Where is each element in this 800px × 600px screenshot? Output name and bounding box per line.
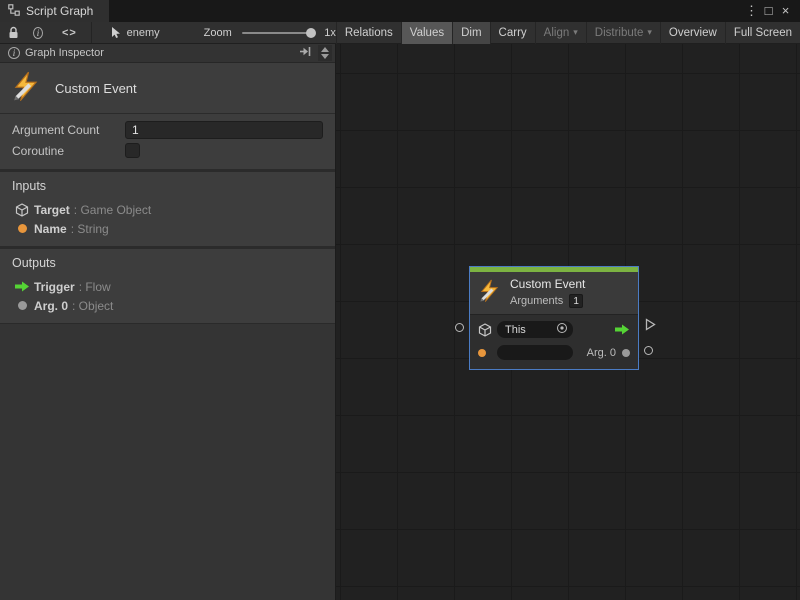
name-input[interactable]: [497, 345, 573, 360]
zoom-label: Zoom: [204, 27, 232, 39]
object-dot-icon: [622, 344, 630, 362]
toolbar-button-align[interactable]: Align▾: [535, 22, 586, 44]
chevron-down-icon: ▾: [573, 27, 578, 38]
node-header[interactable]: Custom Event Arguments 1: [470, 272, 638, 314]
titlebar: Script Graph ⋮ □ ×: [0, 0, 800, 22]
scroll-down-icon[interactable]: [321, 54, 329, 59]
toolbar-button-dim[interactable]: Dim: [452, 22, 489, 44]
argument-count-row: Argument Count: [12, 119, 323, 140]
port-name: Target: [34, 203, 70, 217]
info-icon: i: [8, 47, 20, 59]
port-name: Name: [34, 222, 67, 236]
string-dot-icon: [478, 349, 497, 357]
outputs-section: Outputs Trigger : Flow Arg. 0 : Object: [0, 249, 335, 323]
toolbar-button-values[interactable]: Values: [401, 22, 452, 44]
arguments-label: Arguments: [510, 295, 563, 307]
toolbar-button-relations[interactable]: Relations: [336, 22, 401, 44]
unity-script-graph-window: Script Graph ⋮ □ × i <> enemy Zoom 1x Re…: [0, 0, 800, 600]
node-body: This Arg. 0: [470, 314, 638, 369]
toolbar-buttons: Relations Values Dim Carry Align▾ Distri…: [336, 22, 800, 44]
port-row-target: Target : Game Object: [10, 200, 325, 219]
unit-title: Custom Event: [55, 81, 137, 96]
inputs-section: Inputs Target : Game Object Name : Strin…: [0, 172, 335, 246]
custom-event-icon: [478, 279, 501, 307]
custom-event-node[interactable]: Custom Event Arguments 1 This: [469, 266, 639, 370]
cube-icon: [478, 323, 497, 337]
scroll-up-icon[interactable]: [321, 47, 329, 52]
coroutine-label: Coroutine: [12, 144, 125, 158]
target-port[interactable]: [455, 323, 464, 332]
argument-count-input[interactable]: [125, 121, 323, 139]
trigger-flow-arrow-icon: [615, 324, 630, 335]
object-dot-icon: [10, 301, 34, 310]
code-icon[interactable]: <>: [62, 27, 77, 39]
tab-title: Script Graph: [26, 4, 93, 18]
inputs-title: Inputs: [12, 179, 325, 193]
window-controls: ⋮ □ ×: [743, 0, 800, 22]
node-title: Custom Event: [510, 277, 585, 291]
lock-icon[interactable]: [8, 26, 19, 39]
close-icon[interactable]: ×: [777, 0, 794, 22]
name-port-row: Arg. 0: [470, 341, 638, 364]
port-type: : Game Object: [74, 203, 151, 217]
menu-icon[interactable]: ⋮: [743, 0, 760, 22]
this-dropdown[interactable]: This: [497, 321, 573, 338]
custom-event-icon: [11, 71, 41, 106]
zoom-handle[interactable]: [306, 28, 316, 38]
info-icon[interactable]: i: [33, 27, 43, 39]
unit-header: Custom Event: [0, 63, 335, 114]
port-name: Trigger: [34, 280, 75, 294]
coroutine-row: Coroutine: [12, 140, 323, 161]
target-port-row: This: [470, 318, 638, 341]
port-type: : Flow: [79, 280, 111, 294]
toolbar-button-fullscreen[interactable]: Full Screen: [725, 22, 800, 44]
outputs-title: Outputs: [12, 256, 325, 270]
port-row-trigger: Trigger : Flow: [10, 277, 325, 296]
zoom-slider[interactable]: [242, 32, 315, 34]
toolbar-separator: [91, 22, 92, 43]
dock-panel-icon[interactable]: [299, 46, 312, 60]
graph-canvas[interactable]: Custom Event Arguments 1 This: [336, 44, 800, 600]
zoom-value: 1x: [324, 27, 336, 39]
cube-icon: [10, 203, 34, 217]
arg0-port[interactable]: [644, 346, 653, 355]
panel-scroll-spinner[interactable]: [318, 45, 332, 61]
object-picker-icon[interactable]: [556, 321, 568, 339]
tab-script-graph[interactable]: Script Graph: [0, 0, 109, 22]
graph-inspector-title: Graph Inspector: [25, 47, 104, 59]
trigger-port[interactable]: [645, 318, 656, 336]
toolbar: i <> enemy Zoom 1x Relations Values Dim …: [0, 22, 800, 44]
string-dot-icon: [10, 224, 34, 233]
port-row-arg0: Arg. 0 : Object: [10, 296, 325, 315]
coroutine-checkbox[interactable]: [125, 143, 140, 158]
port-name: Arg. 0: [34, 299, 68, 313]
inspector-empty-area: [0, 323, 335, 600]
chevron-down-icon: ▾: [647, 27, 652, 38]
target-object-label[interactable]: enemy: [127, 27, 160, 39]
unit-fields: Argument Count Coroutine: [0, 114, 335, 169]
graph-inspector-header: i Graph Inspector: [0, 44, 335, 63]
port-type: : String: [71, 222, 109, 236]
script-graph-icon: [8, 4, 20, 19]
argument-count-label: Argument Count: [12, 123, 125, 137]
port-row-name: Name : String: [10, 219, 325, 238]
arguments-count-badge: 1: [569, 294, 583, 308]
flow-arrow-icon: [10, 281, 34, 292]
toolbar-button-overview[interactable]: Overview: [660, 22, 725, 44]
pick-target-icon[interactable]: [110, 26, 122, 39]
port-type: : Object: [72, 299, 113, 313]
arg0-label: Arg. 0: [587, 347, 616, 359]
graph-inspector-panel: i Graph Inspector Custom Event Argument …: [0, 44, 336, 600]
maximize-icon[interactable]: □: [760, 0, 777, 22]
toolbar-button-carry[interactable]: Carry: [490, 22, 535, 44]
toolbar-button-distribute[interactable]: Distribute▾: [586, 22, 660, 44]
